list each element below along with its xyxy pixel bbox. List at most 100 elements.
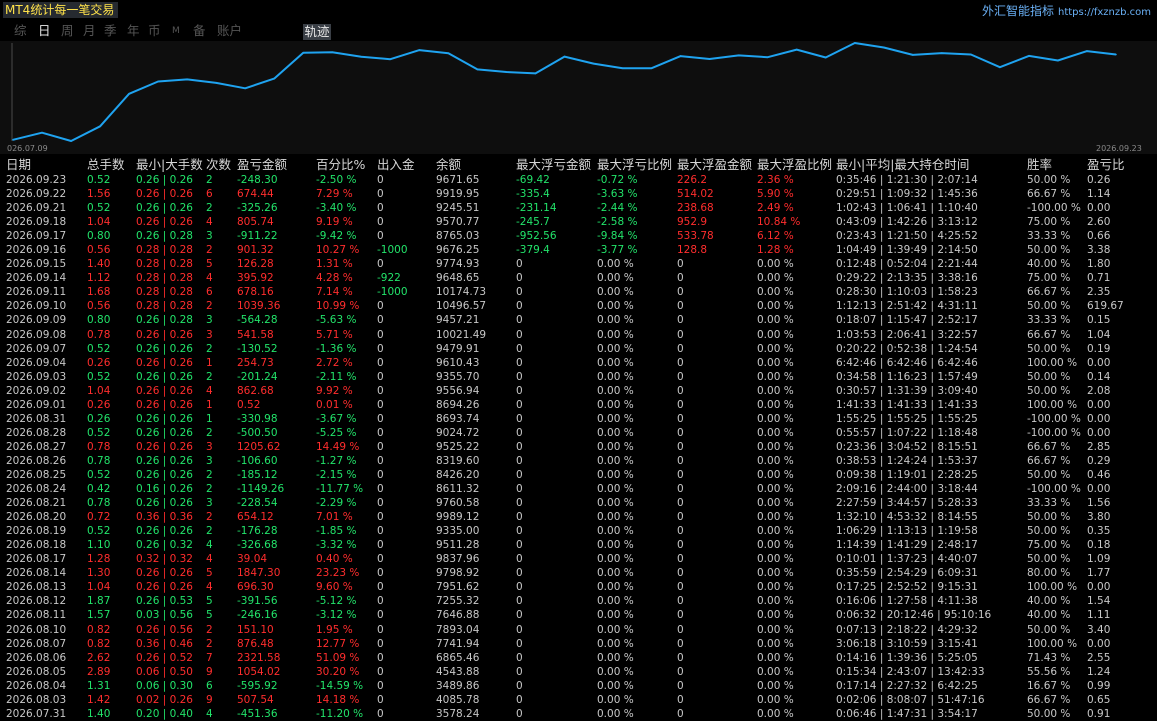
cell-12: 2:09:16 | 2:44:00 | 3:18:44 <box>836 483 978 496</box>
table-row[interactable]: 2026.08.11 1.57 0.03 | 0.56 5 -246.16 -3.12 %… <box>0 608 1157 622</box>
table-row[interactable]: 2026.08.18 1.10 0.26 | 0.32 4 -326.68 -3.32 %… <box>0 538 1157 552</box>
table-row[interactable]: 2026.09.11 1.68 0.28 | 0.28 6 678.16 7.14 % -1… <box>0 285 1157 299</box>
table-row[interactable]: 2026.09.03 0.52 0.26 | 0.26 2 -201.24 -2.11 %… <box>0 370 1157 384</box>
chart-end-date: 2026.09.23 <box>1096 144 1142 153</box>
col-header-11[interactable]: 最大浮盈比例 <box>757 157 832 173</box>
col-header-13[interactable]: 胜率 <box>1027 157 1052 173</box>
track-button[interactable]: 轨迹 <box>303 24 331 40</box>
cell-0: 2026.09.17 <box>6 230 67 243</box>
col-header-14[interactable]: 盈亏比 <box>1087 157 1125 173</box>
table-row[interactable]: 2026.08.05 2.89 0.06 | 0.50 9 1054.02 30.20 %… <box>0 665 1157 679</box>
col-header-4[interactable]: 盈亏金额 <box>237 157 287 173</box>
table-row[interactable]: 2026.08.27 0.78 0.26 | 0.26 3 1205.62 14.49 %… <box>0 440 1157 454</box>
balance-point <box>854 42 856 44</box>
cell-11: 0.00 % <box>757 370 794 383</box>
table-row[interactable]: 2026.08.04 1.31 0.06 | 0.30 6 -595.92 -14.59 … <box>0 679 1157 693</box>
table-row[interactable]: 2026.09.14 1.12 0.28 | 0.28 4 395.92 4.28 % -9… <box>0 271 1157 285</box>
table-row[interactable]: 2026.09.02 1.04 0.26 | 0.26 4 862.68 9.92 % 0 9… <box>0 384 1157 398</box>
cell-14: 0.00 <box>1087 426 1111 439</box>
table-row[interactable]: 2026.08.26 0.78 0.26 | 0.26 3 -106.60 -1.27 %… <box>0 454 1157 468</box>
table-row[interactable]: 2026.08.14 1.30 0.26 | 0.26 5 1847.30 23.23 %… <box>0 566 1157 580</box>
tab-5[interactable]: 年 <box>127 23 140 39</box>
table-row[interactable]: 2026.08.06 2.62 0.26 | 0.52 7 2321.58 51.09 %… <box>0 651 1157 665</box>
cell-6: 0 <box>377 651 384 664</box>
cell-5: -1.85 % <box>316 525 357 538</box>
cell-9: 0.00 % <box>597 300 634 313</box>
tab-1[interactable]: 日 <box>38 23 51 39</box>
cell-5: 51.09 % <box>316 651 360 664</box>
table-row[interactable]: 2026.08.25 0.52 0.26 | 0.26 2 -185.12 -2.15 %… <box>0 468 1157 482</box>
table-row[interactable]: 2026.09.09 0.80 0.26 | 0.28 3 -564.28 -5.63 %… <box>0 313 1157 327</box>
col-header-1[interactable]: 总手数 <box>87 157 125 173</box>
brand-url[interactable]: https://fxznzb.com <box>1058 7 1151 18</box>
cell-10: 0 <box>677 581 684 594</box>
cell-12: 2:27:59 | 3:44:57 | 5:28:33 <box>836 497 978 510</box>
table-row[interactable]: 2026.09.04 0.26 0.26 | 0.26 1 254.73 2.72 % 0 9… <box>0 356 1157 370</box>
table-row[interactable]: 2026.08.28 0.52 0.26 | 0.26 2 -500.50 -5.25 %… <box>0 426 1157 440</box>
cell-5: -9.42 % <box>316 230 357 243</box>
tab-6[interactable]: 币 <box>148 23 161 39</box>
col-header-12[interactable]: 最小|平均|最大持仓时间 <box>836 157 969 173</box>
cell-0: 2026.09.08 <box>6 328 67 341</box>
table-row[interactable]: 2026.09.08 0.78 0.26 | 0.26 3 541.58 5.71 % 0 1… <box>0 328 1157 342</box>
col-header-7[interactable]: 余额 <box>436 157 461 173</box>
table-row[interactable]: 2026.08.19 0.52 0.26 | 0.26 2 -176.28 -1.85 %… <box>0 524 1157 538</box>
cell-0: 2026.08.10 <box>6 623 67 636</box>
cell-14: 1.14 <box>1087 188 1111 201</box>
table-row[interactable]: 2026.08.07 0.82 0.36 | 0.46 2 876.48 12.77 % 0… <box>0 637 1157 651</box>
cell-11: 0.00 % <box>757 384 794 397</box>
tab-2[interactable]: 周 <box>61 23 74 39</box>
cell-11: 0.00 % <box>757 314 794 327</box>
tab-9[interactable]: 账户 <box>217 23 242 39</box>
cell-8: 0 <box>516 651 523 664</box>
table-row[interactable]: 2026.08.17 1.28 0.32 | 0.32 4 39.04 0.40 % 0 98… <box>0 552 1157 566</box>
table-row[interactable]: 2026.09.17 0.80 0.26 | 0.28 3 -911.22 -9.42 %… <box>0 229 1157 243</box>
cell-2: 0.26 | 0.26 <box>136 567 193 580</box>
col-header-9[interactable]: 最大浮亏比例 <box>597 157 672 173</box>
table-row[interactable]: 2026.09.16 0.56 0.28 | 0.28 2 901.32 10.27 % -… <box>0 243 1157 257</box>
cell-7: 10021.49 <box>436 328 487 341</box>
table-row[interactable]: 2026.08.24 0.42 0.16 | 0.26 2 -1149.26 -11.77… <box>0 482 1157 496</box>
table-row[interactable]: 2026.07.31 1.40 0.20 | 0.40 4 -451.36 -11.20 … <box>0 707 1157 721</box>
table-row[interactable]: 2026.08.13 1.04 0.26 | 0.26 4 696.30 9.60 % 0 7… <box>0 580 1157 594</box>
tab-7[interactable]: M <box>172 23 180 39</box>
table-row[interactable]: 2026.09.10 0.56 0.28 | 0.28 2 1039.36 10.99 %… <box>0 299 1157 313</box>
cell-0: 2026.08.07 <box>6 637 67 650</box>
tab-0[interactable]: 综 <box>14 23 27 39</box>
tab-3[interactable]: 月 <box>83 23 96 39</box>
table-row[interactable]: 2026.08.21 0.78 0.26 | 0.26 3 -228.54 -2.29 %… <box>0 496 1157 510</box>
table-row[interactable]: 2026.09.22 1.56 0.26 | 0.26 6 674.44 7.29 % 0 9… <box>0 187 1157 201</box>
table-row[interactable]: 2026.08.31 0.26 0.26 | 0.26 1 -330.98 -3.67 %… <box>0 412 1157 426</box>
col-header-0[interactable]: 日期 <box>6 157 31 173</box>
table-row[interactable]: 2026.08.03 1.42 0.02 | 0.26 9 507.54 14.18 % 0… <box>0 693 1157 707</box>
col-header-2[interactable]: 最小|大手数 <box>136 157 203 173</box>
col-header-3[interactable]: 次数 <box>206 157 231 173</box>
tab-8[interactable]: 备 <box>193 23 206 39</box>
table-row[interactable]: 2026.08.10 0.82 0.26 | 0.56 2 151.10 1.95 % 0 7… <box>0 623 1157 637</box>
cell-10: 0 <box>677 440 684 453</box>
table-row[interactable]: 2026.09.23 0.52 0.26 | 0.26 2 -248.30 -2.50 %… <box>0 173 1157 187</box>
table-row[interactable]: 2026.09.07 0.52 0.26 | 0.26 2 -130.52 -1.36 %… <box>0 342 1157 356</box>
col-header-5[interactable]: 百分比% <box>316 157 365 173</box>
brand[interactable]: 外汇智能指标 https://fxznzb.com <box>982 2 1151 19</box>
table-row[interactable]: 2026.09.15 1.40 0.28 | 0.28 5 126.28 1.31 % 0 9… <box>0 257 1157 271</box>
cell-0: 2026.08.25 <box>6 468 67 481</box>
cell-0: 2026.09.18 <box>6 216 67 229</box>
table-row[interactable]: 2026.09.01 0.26 0.26 | 0.26 1 0.52 0.01 % 0 869… <box>0 398 1157 412</box>
cell-2: 0.28 | 0.28 <box>136 244 193 257</box>
cell-10: 0 <box>677 272 684 285</box>
cell-11: 0.00 % <box>757 412 794 425</box>
table-row[interactable]: 2026.08.20 0.72 0.36 | 0.36 2 654.12 7.01 % 0 9… <box>0 510 1157 524</box>
table-row[interactable]: 2026.09.18 1.04 0.26 | 0.26 4 805.74 9.19 % 0 9… <box>0 215 1157 229</box>
table-row[interactable]: 2026.08.12 1.87 0.26 | 0.53 5 -391.56 -5.12 %… <box>0 594 1157 608</box>
cell-4: -391.56 <box>237 595 278 608</box>
cell-0: 2026.08.24 <box>6 483 67 496</box>
col-header-10[interactable]: 最大浮盈金额 <box>677 157 752 173</box>
cell-6: 0 <box>377 525 384 538</box>
col-header-8[interactable]: 最大浮亏金额 <box>516 157 591 173</box>
cell-5: 0.01 % <box>316 398 353 411</box>
col-header-6[interactable]: 出入金 <box>377 157 415 173</box>
tab-4[interactable]: 季 <box>104 23 117 39</box>
cell-7: 7741.94 <box>436 637 480 650</box>
table-row[interactable]: 2026.09.21 0.52 0.26 | 0.26 2 -325.26 -3.40 %… <box>0 201 1157 215</box>
